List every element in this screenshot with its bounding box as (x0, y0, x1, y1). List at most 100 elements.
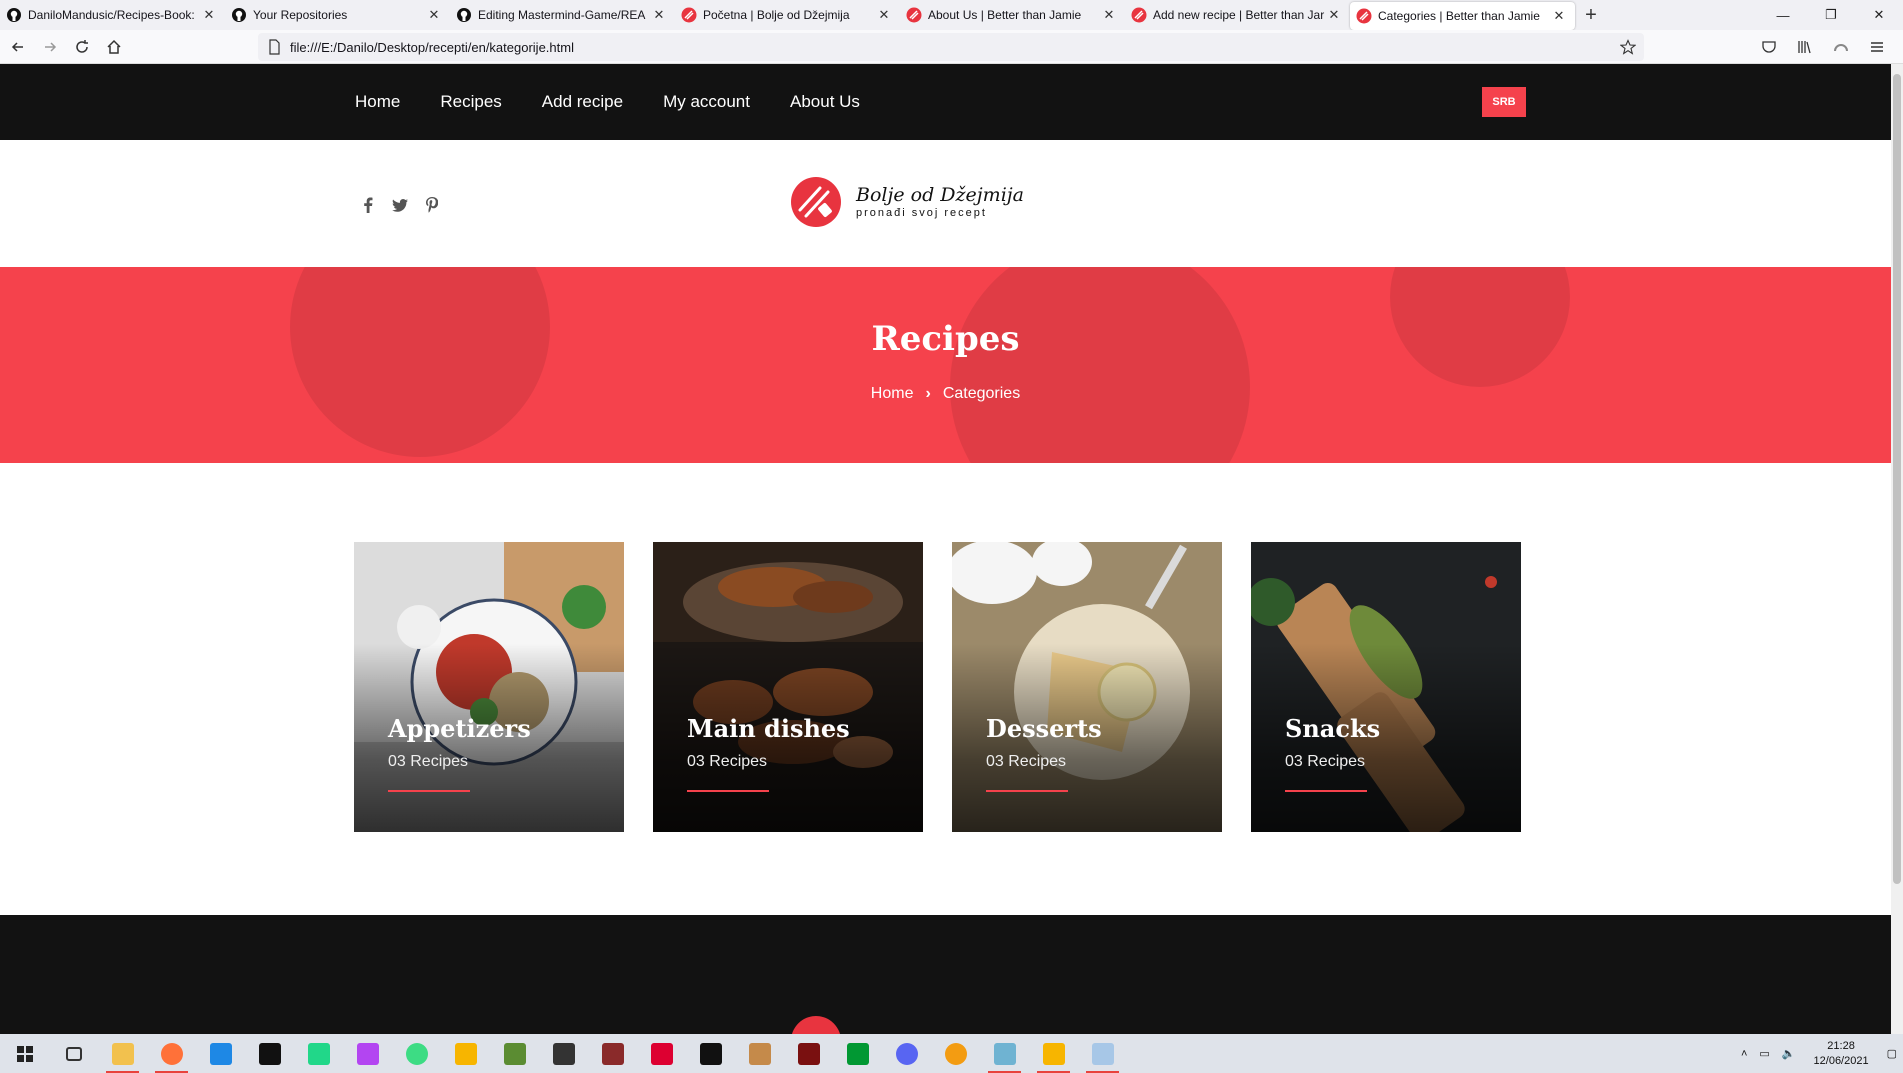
file-explorer-icon[interactable] (98, 1034, 147, 1073)
browser-tab[interactable]: Your Repositories ✕ (225, 0, 450, 30)
intellij-icon[interactable] (245, 1034, 294, 1073)
browser-tab[interactable]: About Us | Better than Jamie ✕ (900, 0, 1125, 30)
close-icon[interactable]: ✕ (426, 7, 442, 23)
system-tray: ˄ ▭ 🔈 21:28 12/06/2021 ▢ (1735, 1034, 1903, 1073)
card-accent-line (1285, 790, 1367, 792)
windows-start-icon[interactable] (0, 1034, 49, 1073)
game-icon[interactable] (784, 1034, 833, 1073)
sketch-icon[interactable] (441, 1034, 490, 1073)
nav-home[interactable]: Home (355, 92, 400, 112)
site-logo-icon (681, 7, 697, 23)
app-icon[interactable] (931, 1034, 980, 1073)
nav-my-account[interactable]: My account (663, 92, 750, 112)
brand-name: Bolje od Džejmija (856, 184, 1024, 206)
chevron-up-icon[interactable]: ˄ (1741, 1048, 1747, 1060)
android-studio-icon[interactable] (392, 1034, 441, 1073)
category-grid: Appetizers 03 Recipes Main dishes 03 Rec… (354, 542, 1550, 832)
nav-about-us[interactable]: About Us (790, 92, 860, 112)
category-count: 03 Recipes (986, 753, 1067, 770)
browser-tab-strip: DaniloMandusic/Recipes-Book: ✕ Your Repo… (0, 0, 1903, 30)
language-button[interactable]: SRB (1482, 87, 1526, 117)
notifications-icon[interactable]: ▢ (1887, 1047, 1897, 1060)
category-count: 03 Recipes (687, 753, 768, 770)
category-card-main-dishes[interactable]: Main dishes 03 Recipes (653, 542, 923, 832)
minimize-icon[interactable]: — (1759, 0, 1807, 30)
site-logo[interactable]: Bolje od Džejmija pronađi svoj recept (790, 176, 1024, 228)
twitter-icon[interactable] (384, 195, 416, 215)
bookmark-star-icon[interactable] (1620, 39, 1636, 55)
category-card-snacks[interactable]: Snacks 03 Recipes (1251, 542, 1521, 832)
card-accent-line (687, 790, 769, 792)
card-accent-line (388, 790, 470, 792)
vim-icon[interactable] (833, 1034, 882, 1073)
browser-tab-active[interactable]: Categories | Better than Jamie ✕ (1350, 2, 1575, 30)
close-icon[interactable]: ✕ (1326, 7, 1342, 23)
discord-icon[interactable] (882, 1034, 931, 1073)
tab-title: Početna | Bolje od Džejmija (703, 8, 850, 22)
nav-add-recipe[interactable]: Add recipe (542, 92, 623, 112)
nav-recipes[interactable]: Recipes (440, 92, 501, 112)
forward-icon[interactable] (36, 33, 64, 61)
restore-icon[interactable]: ❐ (1807, 0, 1855, 30)
home-icon[interactable] (100, 33, 128, 61)
category-title: Main dishes (687, 714, 850, 743)
page-scrollbar[interactable] (1891, 64, 1903, 1034)
site-logo-icon (1131, 7, 1147, 23)
back-icon[interactable] (4, 33, 32, 61)
vscode-icon[interactable] (196, 1034, 245, 1073)
minecraft-icon[interactable] (490, 1034, 539, 1073)
task-view-icon[interactable] (49, 1034, 98, 1073)
game-icon[interactable] (588, 1034, 637, 1073)
category-title: Appetizers (388, 714, 531, 743)
breadcrumb-home[interactable]: Home (871, 385, 914, 403)
account-icon[interactable] (1823, 33, 1859, 61)
hero-background-texture (290, 267, 1570, 463)
browser-tools (1751, 33, 1895, 61)
app-icon[interactable] (539, 1034, 588, 1073)
sketch-icon[interactable] (1029, 1034, 1078, 1073)
brand-tagline: pronađi svoj recept (856, 207, 987, 219)
category-card-appetizers[interactable]: Appetizers 03 Recipes (354, 542, 624, 832)
angular-icon[interactable] (637, 1034, 686, 1073)
close-icon[interactable]: ✕ (1101, 7, 1117, 23)
github-icon (232, 8, 246, 22)
category-card-desserts[interactable]: Desserts 03 Recipes (952, 542, 1222, 832)
volume-icon[interactable]: 🔈 (1782, 1047, 1796, 1060)
close-window-icon[interactable]: ✕ (1855, 0, 1903, 30)
library-icon[interactable] (1787, 33, 1823, 61)
clock-date: 12/06/2021 (1813, 1054, 1869, 1067)
app-icon[interactable] (980, 1034, 1029, 1073)
pocket-icon[interactable] (1751, 33, 1787, 61)
github-icon (7, 8, 21, 22)
browser-tab[interactable]: DaniloMandusic/Recipes-Book: ✕ (0, 0, 225, 30)
card-accent-line (986, 790, 1068, 792)
pinterest-icon[interactable] (416, 195, 448, 215)
close-icon[interactable]: ✕ (201, 7, 217, 23)
menu-icon[interactable] (1859, 33, 1895, 61)
reload-icon[interactable] (68, 33, 96, 61)
facebook-icon[interactable] (352, 195, 384, 215)
paint-icon[interactable] (1078, 1034, 1127, 1073)
tab-title: Your Repositories (253, 8, 348, 22)
browser-tab[interactable]: Početna | Bolje od Džejmija ✕ (675, 0, 900, 30)
clock[interactable]: 21:28 12/06/2021 (1814, 1039, 1869, 1069)
tab-title: About Us | Better than Jamie (928, 8, 1082, 22)
footer-logo-icon (792, 1016, 840, 1034)
close-icon[interactable]: ✕ (1551, 8, 1567, 24)
network-icon[interactable]: ▭ (1759, 1047, 1769, 1060)
firefox-icon[interactable] (147, 1034, 196, 1073)
close-icon[interactable]: ✕ (876, 7, 892, 23)
game-icon[interactable] (735, 1034, 784, 1073)
chevron-right-icon: › (925, 385, 931, 402)
scrollbar-thumb[interactable] (1893, 74, 1901, 884)
site-footer (0, 915, 1891, 1034)
new-tab-button[interactable]: + (1575, 0, 1607, 30)
pycharm-icon[interactable] (294, 1034, 343, 1073)
address-bar[interactable]: file:///E:/Danilo/Desktop/recepti/en/kat… (258, 33, 1644, 61)
browser-tab[interactable]: Add new recipe | Better than Jar ✕ (1125, 0, 1350, 30)
breadcrumb-current: Categories (942, 385, 1021, 402)
close-icon[interactable]: ✕ (651, 7, 667, 23)
phpstorm-icon[interactable] (343, 1034, 392, 1073)
mw-icon[interactable] (686, 1034, 735, 1073)
browser-tab[interactable]: Editing Mastermind-Game/REA ✕ (450, 0, 675, 30)
